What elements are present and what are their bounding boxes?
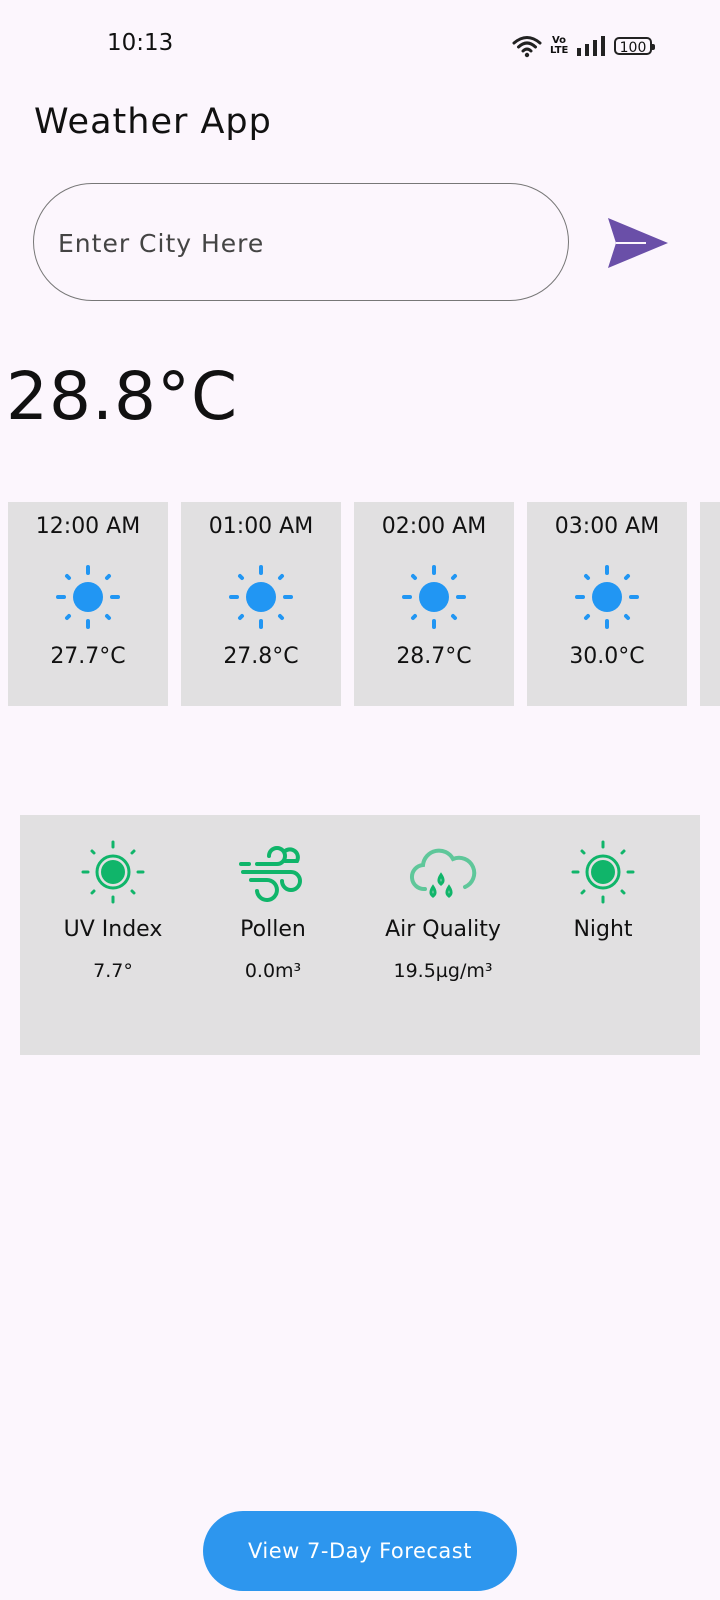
view-7-day-forecast-button[interactable]: View 7-Day Forecast bbox=[203, 1511, 517, 1591]
hourly-time: 02:00 AM bbox=[381, 514, 487, 539]
sun-icon bbox=[56, 565, 120, 629]
hourly-time: 03:00 AM bbox=[554, 514, 660, 539]
hourly-temperature: 28.7°C bbox=[396, 644, 472, 669]
volte-icon: Vo LTE bbox=[550, 35, 569, 56]
hourly-temperature: 27.8°C bbox=[223, 644, 299, 669]
detail-uv-index: UV Index 7.7° bbox=[38, 839, 188, 982]
detail-value: 19.5µg/m³ bbox=[393, 960, 493, 982]
app-title: Weather App bbox=[34, 102, 272, 142]
hourly-time: 01:00 AM bbox=[208, 514, 314, 539]
detail-night: Night bbox=[528, 839, 678, 960]
city-search-input[interactable] bbox=[56, 220, 540, 266]
hourly-temperature: 30.0°C bbox=[569, 644, 645, 669]
city-search-field[interactable] bbox=[33, 183, 569, 301]
detail-label: Pollen bbox=[240, 917, 306, 942]
sun-icon bbox=[575, 565, 639, 629]
hourly-forecast-list[interactable]: 12:00 AM 27.7°C 01:00 AM 27.8°C 02:00 AM… bbox=[8, 502, 720, 708]
status-time: 10:13 bbox=[107, 30, 174, 56]
hourly-card-partial[interactable] bbox=[700, 502, 720, 706]
uv-sun-icon bbox=[81, 840, 145, 904]
detail-air-quality: Air Quality 19.5µg/m³ bbox=[368, 839, 518, 982]
detail-label: Night bbox=[573, 917, 633, 942]
cloud-drops-icon bbox=[410, 848, 477, 898]
hourly-card[interactable]: 02:00 AM 28.7°C bbox=[354, 502, 514, 706]
send-icon bbox=[608, 218, 668, 268]
wind-icon bbox=[239, 846, 302, 902]
hourly-card[interactable]: 12:00 AM 27.7°C bbox=[8, 502, 168, 706]
current-temperature: 28.8°C bbox=[6, 358, 239, 435]
hourly-time: 12:00 AM bbox=[35, 514, 141, 539]
status-icons: Vo LTE 100 bbox=[512, 32, 655, 60]
detail-label: UV Index bbox=[63, 917, 163, 942]
wifi-icon bbox=[512, 36, 542, 58]
hourly-card[interactable]: 01:00 AM 27.8°C bbox=[181, 502, 341, 706]
status-bar: 10:13 Vo LTE 100 bbox=[0, 0, 720, 90]
send-button[interactable] bbox=[606, 214, 670, 272]
hourly-temperature: 27.7°C bbox=[50, 644, 126, 669]
sun-icon bbox=[229, 565, 293, 629]
sun-icon bbox=[402, 565, 466, 629]
detail-pollen: Pollen 0.0m³ bbox=[198, 839, 348, 982]
sun-icon bbox=[571, 840, 635, 904]
weather-details-panel: UV Index 7.7° Pollen 0.0m³ Air Quality 1… bbox=[20, 815, 700, 1055]
detail-value: 7.7° bbox=[93, 960, 133, 982]
signal-icon bbox=[577, 36, 605, 56]
detail-value: 0.0m³ bbox=[244, 960, 302, 982]
hourly-card[interactable]: 03:00 AM 30.0°C bbox=[527, 502, 687, 706]
detail-label: Air Quality bbox=[385, 917, 501, 942]
battery-icon: 100 bbox=[614, 37, 655, 56]
